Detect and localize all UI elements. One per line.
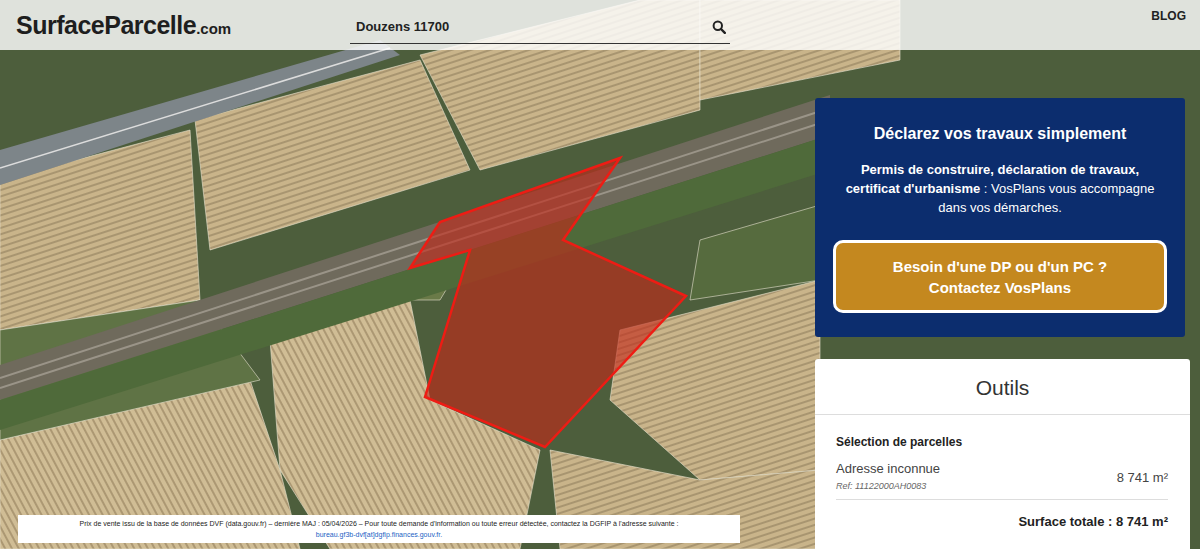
promo-card: Déclarez vos travaux simplement Permis de…: [815, 98, 1185, 337]
contact-button-line[interactable]: Contactez VosPlans: [929, 277, 1071, 298]
tools-title: Outils: [815, 359, 1190, 415]
parcel-area: 8 741 m²: [1117, 468, 1168, 485]
dvf-note: Prix de vente issu de la base de données…: [18, 515, 740, 543]
logo-suffix[interactable]: .com: [196, 20, 231, 37]
parcel-row[interactable]: Adresse inconnue Ref: 11122000AH00838 741…: [836, 461, 1168, 500]
dgfip-link[interactable]: bureau.gf3b-dvf[at]dgfip.finances.gouv.f…: [316, 531, 442, 538]
section-title: Sélection de parcelles: [836, 435, 1168, 449]
logo[interactable]: SurfaceParcelle.com: [16, 11, 350, 40]
contact-button-line[interactable]: Besoin d'une DP ou d'un PC ?: [893, 256, 1107, 277]
parcel-polygon[interactable]: [410, 158, 686, 447]
parcel-address: Adresse inconnue: [836, 461, 1117, 476]
dvf-note-text: Prix de vente issu de la base de données…: [24, 518, 734, 529]
search-button[interactable]: [708, 16, 730, 38]
overlay: SurfaceParcelle.com BLOG Déclarez vos trav…: [0, 0, 1200, 549]
contact-button[interactable]: Besoin d'une DP ou d'un PC ?Contactez Vo…: [833, 240, 1167, 313]
right-column: Déclarez vos travaux simplement Permis de…: [815, 98, 1190, 549]
parcel-ref: Ref: 11122000AH0083: [836, 481, 1117, 491]
magnifier-icon[interactable]: [712, 20, 726, 34]
search-field[interactable]: [350, 10, 730, 44]
tools-card: Outils Sélection de parcelles Adresse inco…: [815, 359, 1190, 549]
total-surface: Surface totale : 8 741 m²: [836, 500, 1168, 529]
search-input[interactable]: [350, 19, 708, 34]
tools-body: Sélection de parcelles Adresse inconnue Re…: [815, 415, 1190, 529]
parcel-info: Adresse inconnue Ref: 11122000AH0083: [836, 461, 1117, 491]
promo-title: Déclarez vos travaux simplement: [874, 125, 1127, 143]
header-bar: SurfaceParcelle.com BLOG: [0, 0, 1200, 50]
logo-name[interactable]: SurfaceParcelle: [16, 11, 196, 40]
content-area: Déclarez vos travaux simplement Permis de…: [0, 50, 1200, 549]
promo-text: Permis de construire, déclaration de tra…: [833, 160, 1167, 217]
nav-link[interactable]: BLOG: [1151, 5, 1186, 45]
